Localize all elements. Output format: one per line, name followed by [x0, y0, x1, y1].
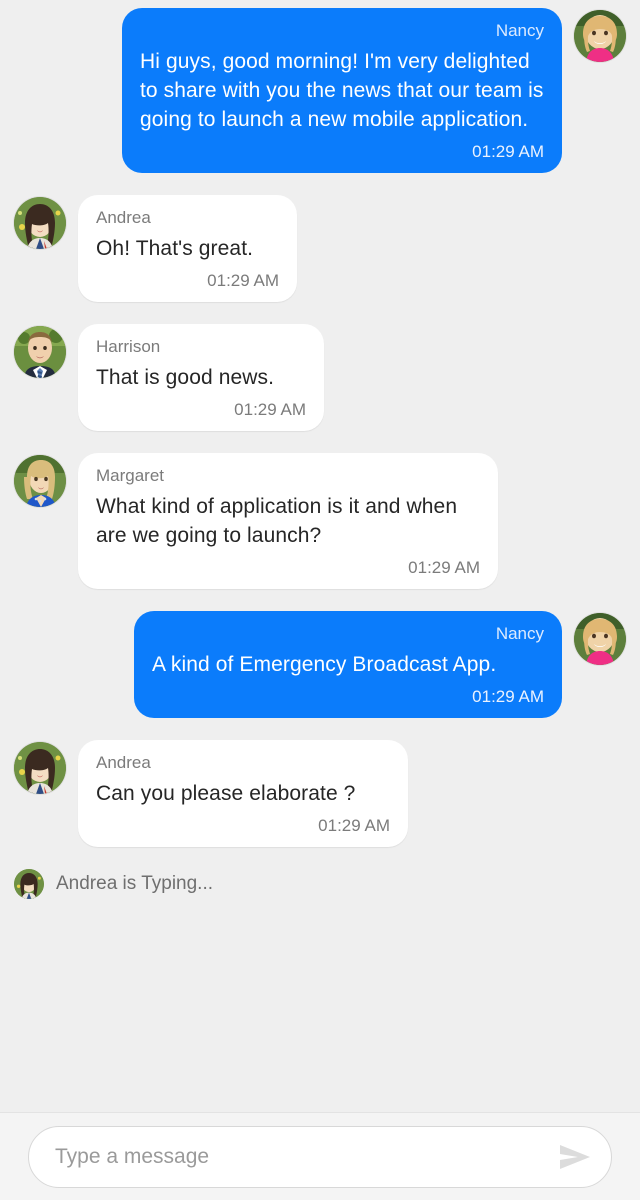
message-row: Andrea Oh! That's great. 01:29 AM: [0, 195, 640, 302]
message-sender: Nancy: [495, 624, 544, 643]
send-icon: [558, 1143, 592, 1171]
message-bubble-incoming[interactable]: Andrea Oh! That's great. 01:29 AM: [78, 195, 297, 302]
message-sender: Andrea: [96, 753, 151, 772]
message-time: 01:29 AM: [472, 142, 544, 161]
message-row: Andrea Can you please elaborate ? 01:29 …: [0, 740, 640, 847]
message-bubble-outgoing[interactable]: Nancy Hi guys, good morning! I'm very de…: [122, 8, 562, 173]
send-button[interactable]: [549, 1131, 601, 1183]
message-text: That is good news.: [96, 366, 275, 389]
avatar-nancy[interactable]: [574, 10, 626, 62]
message-bubble-incoming[interactable]: Harrison That is good news. 01:29 AM: [78, 324, 324, 431]
message-sender: Nancy: [495, 21, 544, 40]
message-input[interactable]: [55, 1144, 549, 1169]
message-time: 01:29 AM: [234, 400, 306, 419]
message-sender: Margaret: [96, 466, 165, 485]
message-time: 01:29 AM: [408, 558, 480, 577]
message-bubble-outgoing[interactable]: Nancy A kind of Emergency Broadcast App.…: [134, 611, 562, 718]
typing-indicator-label: Andrea is Typing...: [56, 873, 214, 894]
chat-screen: Nancy Hi guys, good morning! I'm very de…: [0, 0, 640, 1200]
message-row: Margaret What kind of application is it …: [0, 453, 640, 589]
message-composer: [0, 1112, 640, 1200]
message-thread[interactable]: Nancy Hi guys, good morning! I'm very de…: [0, 0, 640, 1112]
avatar-andrea[interactable]: [14, 197, 66, 249]
message-time: 01:29 AM: [472, 687, 544, 706]
message-row: Nancy A kind of Emergency Broadcast App.…: [0, 611, 640, 718]
message-bubble-incoming[interactable]: Margaret What kind of application is it …: [78, 453, 498, 589]
message-text: A kind of Emergency Broadcast App.: [152, 653, 497, 676]
message-text: Hi guys, good morning! I'm very delighte…: [140, 50, 544, 131]
typing-indicator: Andrea is Typing...: [0, 869, 640, 899]
typing-avatar-andrea: [14, 869, 44, 899]
message-bubble-incoming[interactable]: Andrea Can you please elaborate ? 01:29 …: [78, 740, 408, 847]
composer-input-container[interactable]: [28, 1125, 612, 1188]
message-text: Oh! That's great.: [96, 237, 254, 260]
avatar-harrison[interactable]: [14, 326, 66, 378]
message-sender: Harrison: [96, 337, 161, 356]
message-row: Harrison That is good news. 01:29 AM: [0, 324, 640, 431]
message-sender: Andrea: [96, 208, 151, 227]
message-row: Nancy Hi guys, good morning! I'm very de…: [0, 8, 640, 173]
message-time: 01:29 AM: [207, 271, 279, 290]
message-text: What kind of application is it and when …: [96, 495, 458, 547]
message-time: 01:29 AM: [318, 816, 390, 835]
avatar-andrea[interactable]: [14, 742, 66, 794]
avatar-nancy[interactable]: [574, 613, 626, 665]
avatar-margaret[interactable]: [14, 455, 66, 507]
message-text: Can you please elaborate ?: [96, 782, 356, 805]
